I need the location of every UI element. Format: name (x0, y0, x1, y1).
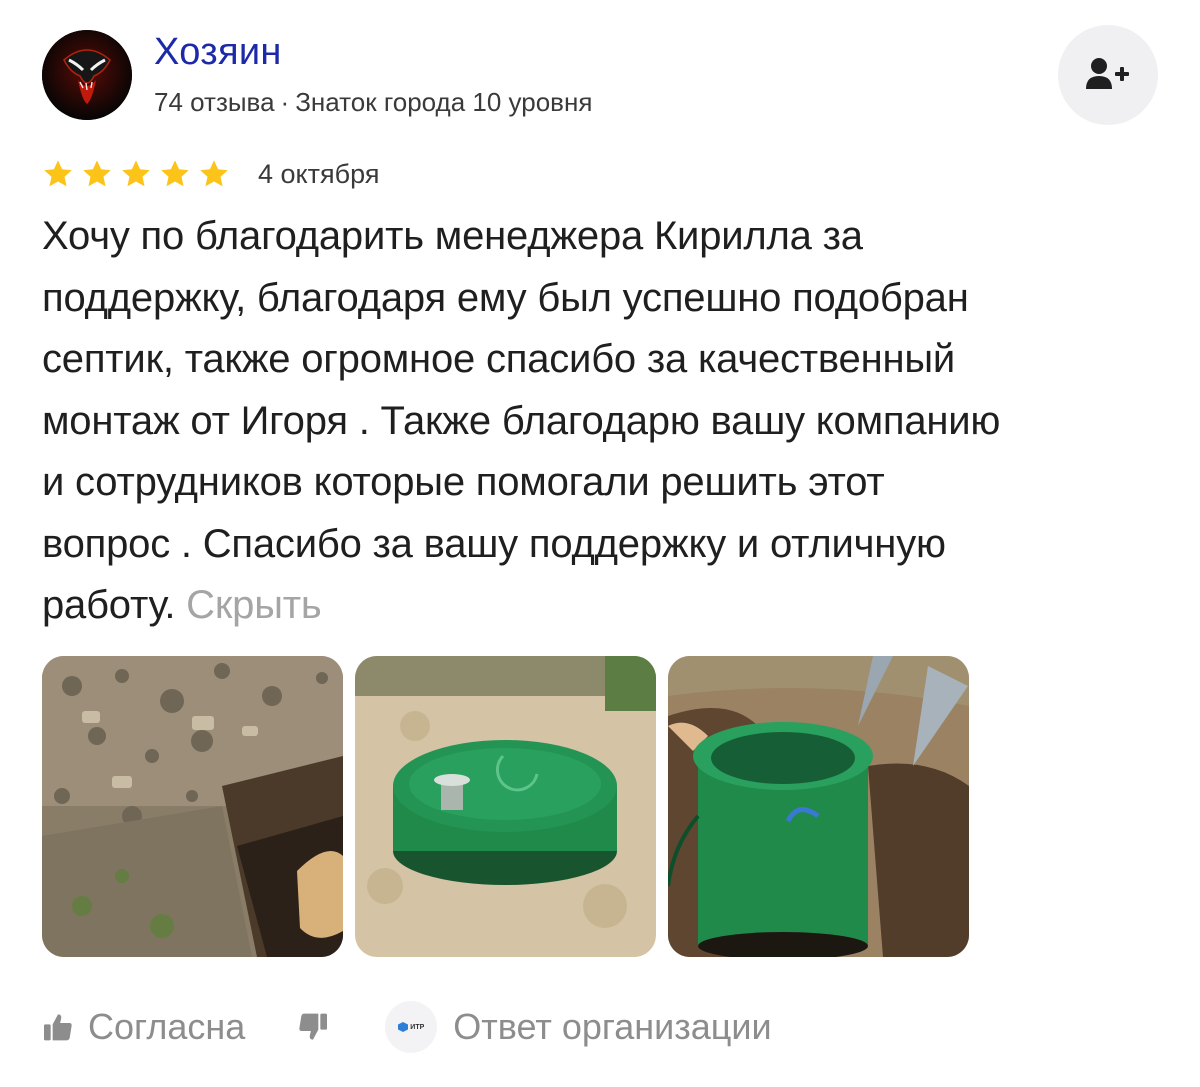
star-icon (83, 160, 111, 187)
author-meta: 74 отзыва · Знаток города 10 уровня (154, 86, 592, 118)
review-text-line: монтаж от Игоря . Также благодарю вашу к… (42, 398, 1001, 443)
review-text-line: вопрос . Спасибо за вашу поддержку и отл… (42, 521, 946, 566)
thumbs-up-icon (44, 1014, 72, 1041)
hide-link[interactable]: Скрыть (186, 583, 322, 627)
author-name[interactable]: Хозяин (154, 30, 282, 74)
review-date: 4 октября (258, 158, 380, 189)
photo-gallery (42, 656, 969, 957)
organization-reply-button[interactable]: ИТР Ответ организации (385, 1001, 772, 1053)
agree-button[interactable]: Согласна (42, 1006, 245, 1048)
meta-separator: · (280, 87, 290, 117)
organization-reply-label: Ответ организации (453, 1006, 772, 1047)
photo-trench[interactable] (42, 656, 343, 957)
photo-septic-lid[interactable] (355, 656, 656, 957)
star-icon (44, 160, 72, 187)
star-icon (200, 160, 228, 187)
organization-logo-text: ИТР (410, 1023, 425, 1031)
author-avatar[interactable] (42, 30, 132, 120)
review-actions: Согласна ИТР Ответ организации (42, 997, 772, 1057)
disagree-button[interactable] (297, 1011, 329, 1043)
review-text-line: и сотрудников которые помогали решить эт… (42, 460, 885, 504)
rating-row: 4 октября (42, 156, 379, 192)
star-icon (122, 160, 150, 187)
review-text: Хочу по благодарить менеджера Кирилла за… (42, 206, 1152, 637)
photo-septic-pit[interactable] (668, 656, 969, 957)
star-icon (161, 160, 189, 187)
review-text-line: септик, также огромное спасибо за качест… (42, 337, 956, 381)
thumbs-down-icon (299, 1013, 328, 1040)
organization-logo: ИТР (385, 1001, 438, 1053)
rating-stars (42, 158, 230, 190)
review-text-line: работу. (42, 583, 176, 627)
author-reviews-count: 74 отзыва (154, 87, 275, 117)
subscribe-button[interactable] (1058, 25, 1158, 125)
cube-icon (398, 1022, 409, 1032)
agree-label: Согласна (88, 1006, 246, 1047)
author-level: Знаток города 10 уровня (295, 87, 593, 117)
review-text-last-line: работу. Скрыть (42, 575, 1152, 637)
add-user-icon (1086, 58, 1129, 89)
review-text-line: поддержку, благодаря ему был успешно под… (42, 275, 969, 320)
review-text-line: Хочу по благодарить менеджера Кирилла за (42, 214, 863, 258)
